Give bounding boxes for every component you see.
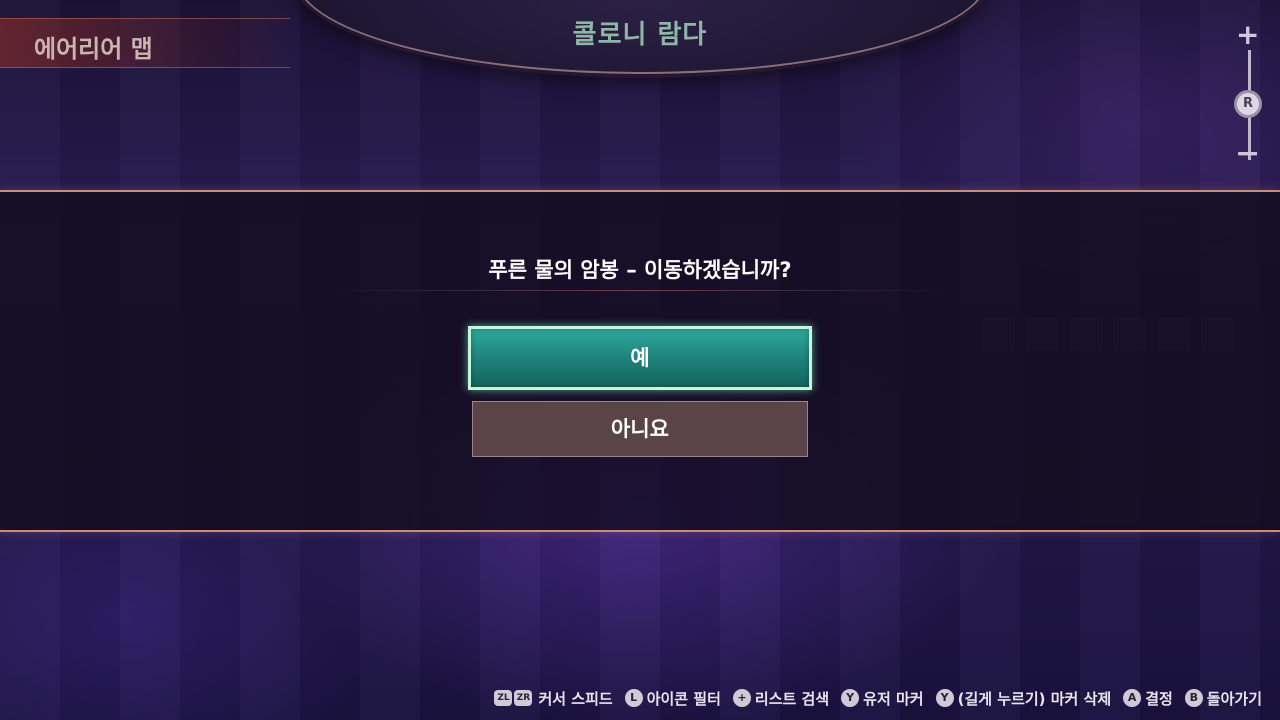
a-button-icon: A — [1123, 689, 1142, 707]
controls-bar: ZL ZR 커서 스피드 L 아이콘 필터 + 리스트 검색 Y 유저 마커 Y… — [482, 686, 1262, 710]
control-delete-marker[interactable]: Y (길게 누르기) 마커 삭제 — [935, 688, 1112, 709]
control-label: 아이콘 필터 — [646, 689, 721, 708]
control-cursor-speed[interactable]: ZL ZR 커서 스피드 — [494, 688, 613, 709]
control-label: 결정 — [1145, 689, 1173, 708]
control-user-marker[interactable]: Y 유저 마커 — [841, 688, 924, 709]
right-stick-icon[interactable]: R — [1234, 90, 1262, 118]
control-label: 돌아가기 — [1206, 689, 1262, 708]
zoom-slider[interactable]: + R − — [1232, 18, 1268, 171]
b-button-icon: B — [1184, 689, 1203, 707]
zl-button-icon: ZL — [494, 690, 513, 706]
y-button-icon: Y — [935, 689, 954, 707]
zr-button-icon: ZR — [514, 690, 533, 706]
y-button-icon: Y — [841, 689, 860, 707]
control-confirm[interactable]: A 결정 — [1123, 688, 1173, 709]
yes-button[interactable]: 예 — [468, 326, 812, 390]
left-stick-icon: L — [624, 689, 643, 707]
control-label: 유저 마커 — [863, 689, 924, 708]
control-label: (길게 누르기) 마커 삭제 — [957, 689, 1112, 708]
plus-button-icon: + — [732, 689, 751, 707]
control-label: 커서 스피드 — [538, 689, 613, 708]
area-map-label: 에어리어 맵 — [34, 35, 153, 63]
question-divider — [330, 290, 950, 291]
control-back[interactable]: B 돌아가기 — [1184, 688, 1262, 709]
no-button[interactable]: 아니요 — [472, 401, 808, 457]
travel-confirm-dialog: 푸른 물의 암봉 – 이동하겠습니까? 예 아니요 — [0, 190, 1280, 532]
area-map-tab: 에어리어 맵 — [0, 18, 290, 68]
control-label: 리스트 검색 — [754, 689, 830, 708]
control-icon-filter[interactable]: L 아이콘 필터 — [624, 688, 721, 709]
dialog-question: 푸른 물의 암봉 – 이동하겠습니까? — [488, 258, 792, 282]
control-list-search[interactable]: + 리스트 검색 — [732, 688, 830, 709]
zoom-out-icon: − — [1235, 136, 1261, 171]
zoom-in-icon: + — [1236, 18, 1260, 51]
